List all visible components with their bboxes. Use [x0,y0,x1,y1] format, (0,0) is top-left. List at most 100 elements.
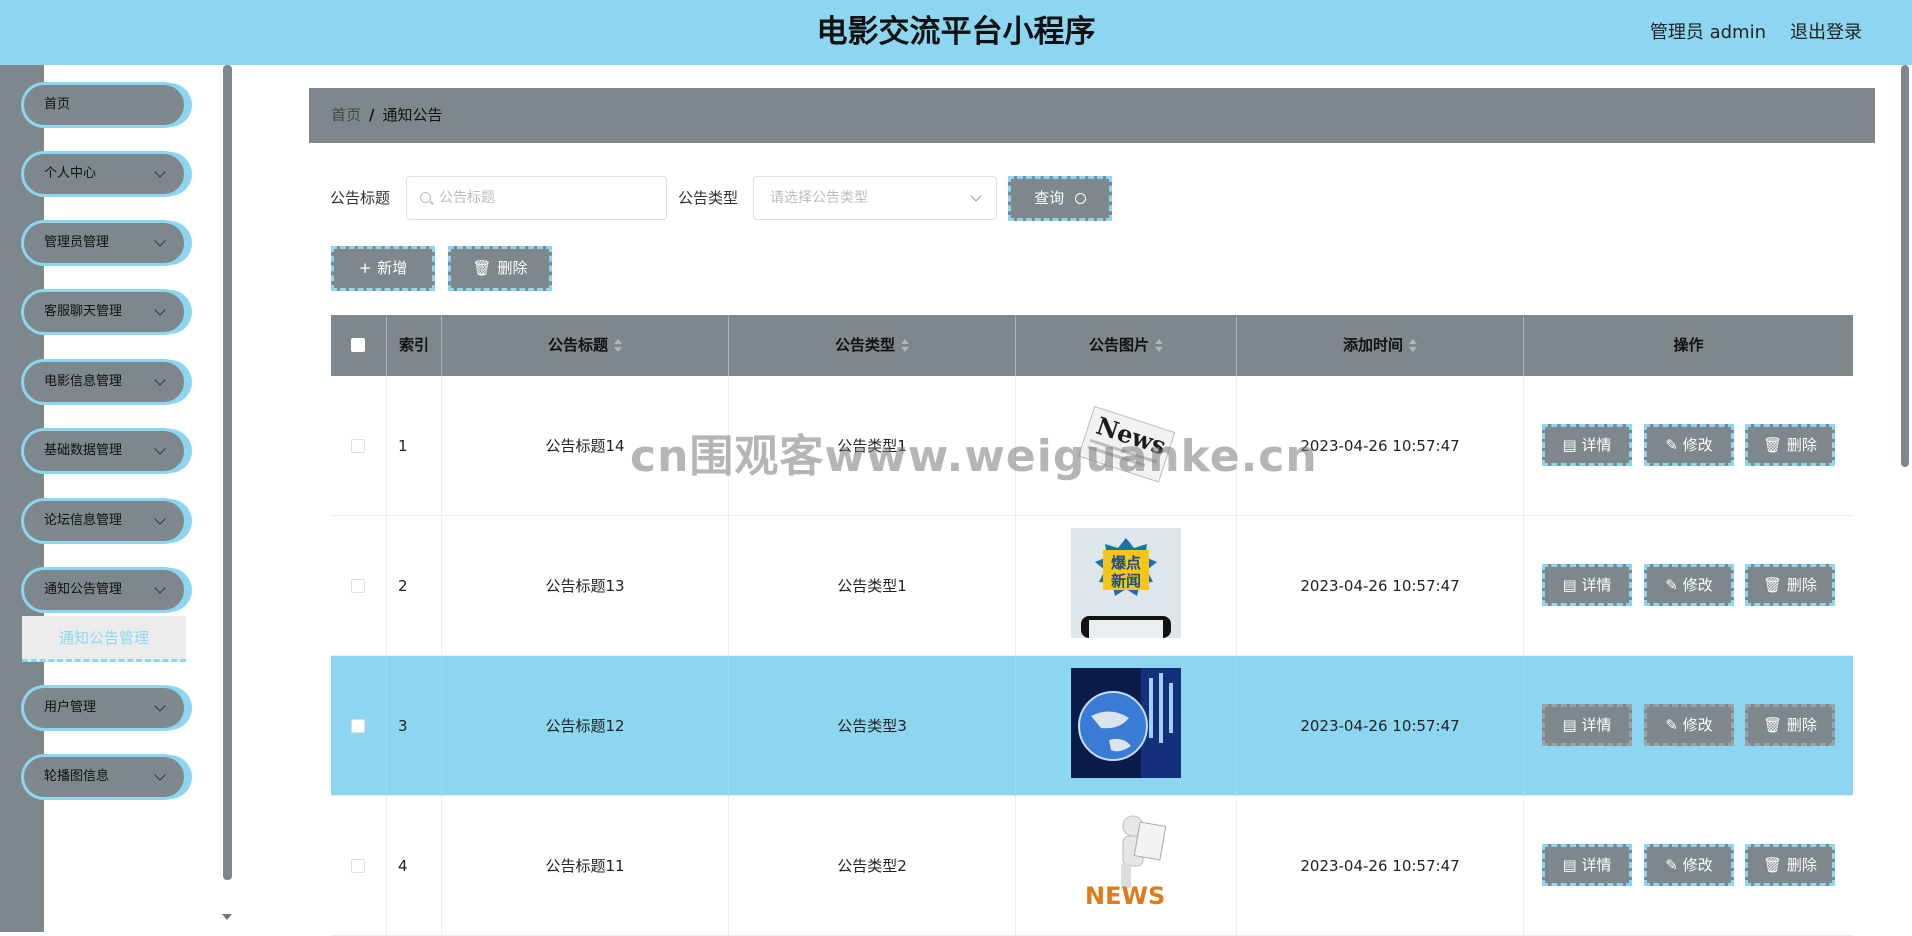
sidebar-item-chat-management[interactable]: 客服聊天管理 [22,290,186,334]
sidebar-item-carousel[interactable]: 轮播图信息 [22,755,186,799]
sort-icon[interactable] [1155,338,1163,353]
detail-button[interactable]: ▤ 详情 [1542,424,1632,466]
edit-button-label: 修改 [1682,716,1713,734]
svg-text:爆点: 爆点 [1111,554,1141,572]
edit-button[interactable]: ✎ 修改 [1644,424,1734,466]
add-button[interactable]: + 新增 [331,246,435,291]
sidebar-item-notice[interactable]: 通知公告管理 [22,568,186,612]
hot-news-image: 爆点 新闻 [1071,528,1181,638]
row-index: 4 [387,796,442,936]
search-icon [1074,193,1086,204]
document-icon: ▤ [1562,856,1582,874]
plus-icon: + [358,259,372,277]
row-type: 公告类型2 [729,796,1016,936]
detail-button[interactable]: ▤ 详情 [1542,564,1632,606]
sidebar-item-home[interactable]: 首页 [22,83,186,127]
delete-button-label: 删除 [1786,436,1817,454]
sidebar-item-personal-center[interactable]: 个人中心 [22,152,186,196]
sidebar-item-label: 用户管理 [44,700,97,715]
table-row[interactable]: 2 公告标题13 公告类型1 爆点 新闻 2023-04-26 10:57:47… [331,516,1853,656]
delete-button[interactable]: 🗑 删除 [1745,424,1835,466]
row-select-cell [331,796,387,936]
current-user: 管理员 admin [1649,22,1766,43]
delete-button[interactable]: 🗑 删除 [1745,564,1835,606]
edit-button[interactable]: ✎ 修改 [1644,704,1734,746]
logout-link[interactable]: 退出登录 [1790,0,1862,65]
chevron-down-icon [154,374,166,386]
row-checkbox[interactable] [351,579,365,593]
table-row[interactable]: 4 公告标题11 公告类型2 NEWS 2023-04-26 10:57:47 … [331,796,1853,936]
row-image-cell [1016,656,1237,796]
sidebar-item-movie-management[interactable]: 电影信息管理 [22,360,186,404]
sidebar-item-label: 个人中心 [44,166,97,181]
batch-delete-button[interactable]: 🗑 删除 [448,246,552,291]
query-button[interactable]: 查询 [1008,176,1112,221]
svg-text:NEWS: NEWS [1085,882,1165,910]
sidebar-item-users[interactable]: 用户管理 [22,686,186,730]
top-header: 电影交流平台小程序 管理员 admin 退出登录 [0,0,1912,65]
add-button-label: 新增 [377,259,408,277]
select-all-checkbox[interactable] [351,338,365,352]
chevron-down-icon [154,235,166,247]
table-row[interactable]: 3 公告标题12 公告类型3 2023-04-26 10:57:47 ▤ 详情 … [331,656,1853,796]
chevron-down-icon [154,769,166,781]
row-index: 2 [387,516,442,656]
row-time: 2023-04-26 10:57:47 [1237,656,1524,796]
sort-icon[interactable] [1409,338,1417,353]
svg-text:新闻: 新闻 [1111,572,1141,590]
globe-studio-image [1071,668,1181,778]
select-all-cell [331,315,387,376]
sidebar: 首页 个人中心 管理员管理 客服聊天管理 电影信息管理 基础数据管理 论坛信息管… [0,65,232,932]
sidebar-item-label: 通知公告管理 [44,582,123,597]
column-title[interactable]: 公告标题 [442,315,729,376]
row-image-cell: NEWS [1016,796,1237,936]
detail-button-label: 详情 [1581,716,1612,734]
breadcrumb-home[interactable]: 首页 [331,106,361,124]
sidebar-subitem-notice-management[interactable]: 通知公告管理 [22,616,186,662]
sort-icon[interactable] [901,338,909,353]
edit-button[interactable]: ✎ 修改 [1644,564,1734,606]
news-paper-image: News [1078,405,1176,483]
trash-icon: 🗑 [1763,716,1787,734]
column-type[interactable]: 公告类型 [729,315,1016,376]
column-title-label: 公告标题 [547,336,608,354]
sidebar-item-label: 基础数据管理 [44,443,123,458]
pencil-icon: ✎ [1665,716,1683,734]
detail-button[interactable]: ▤ 详情 [1542,844,1632,886]
detail-button-label: 详情 [1581,856,1612,874]
row-title: 公告标题12 [442,656,729,796]
row-actions: ▤ 详情 ✎ 修改 🗑 删除 [1524,796,1853,936]
column-image[interactable]: 公告图片 [1016,315,1237,376]
row-checkbox[interactable] [351,439,365,453]
column-time[interactable]: 添加时间 [1237,315,1524,376]
row-checkbox[interactable] [351,719,365,733]
sidebar-item-forum[interactable]: 论坛信息管理 [22,499,186,543]
sidebar-item-admin-management[interactable]: 管理员管理 [22,221,186,265]
detail-button-label: 详情 [1581,436,1612,454]
page-scrollbar[interactable] [1901,65,1909,467]
row-image-cell: News [1016,376,1237,516]
column-actions: 操作 [1673,336,1704,354]
edit-button[interactable]: ✎ 修改 [1644,844,1734,886]
chevron-down-icon [154,700,166,712]
sidebar-scrollbar[interactable] [223,65,232,880]
sidebar-item-base-data[interactable]: 基础数据管理 [22,429,186,473]
delete-button-label: 删除 [1786,576,1817,594]
edit-button-label: 修改 [1682,436,1713,454]
sort-icon[interactable] [614,338,622,353]
title-search-input[interactable]: 公告标题 [406,176,667,220]
query-button-label: 查询 [1034,189,1065,207]
document-icon: ▤ [1562,576,1582,594]
table-row[interactable]: 1 公告标题14 公告类型1 News 2023-04-26 10:57:47 … [331,376,1853,516]
type-select[interactable]: 请选择公告类型 [753,176,997,220]
breadcrumb-separator: / [369,106,375,124]
delete-button-label: 删除 [1786,856,1817,874]
trash-icon: 🗑 [1763,856,1787,874]
scroll-down-arrow-icon[interactable] [222,914,232,920]
row-checkbox[interactable] [351,859,365,873]
row-select-cell [331,376,387,516]
row-time: 2023-04-26 10:57:47 [1237,796,1524,936]
delete-button[interactable]: 🗑 删除 [1745,704,1835,746]
detail-button[interactable]: ▤ 详情 [1542,704,1632,746]
delete-button[interactable]: 🗑 删除 [1745,844,1835,886]
